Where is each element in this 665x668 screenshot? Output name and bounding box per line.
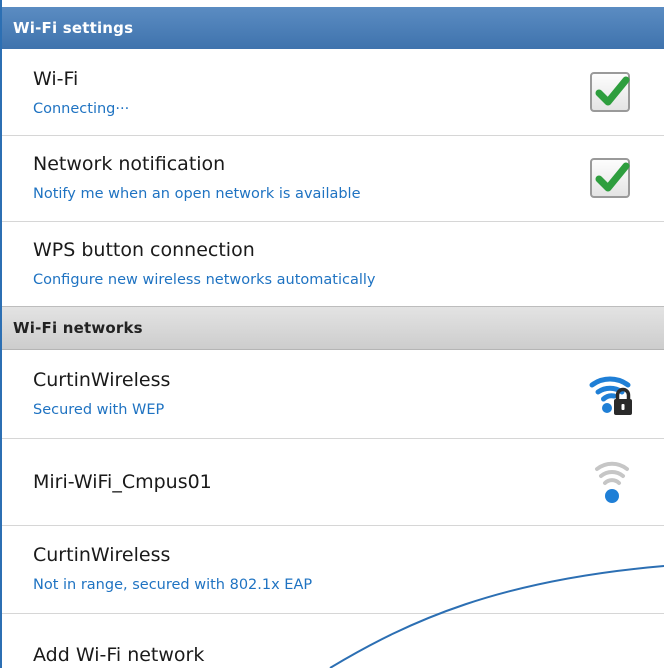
network-ssid: CurtinWireless [33,544,171,566]
network-item[interactable]: Miri-WiFi_Cmpus01 [0,439,664,526]
network-status: Not in range, secured with 802.1x EAP [33,577,313,593]
network-ssid: Miri-WiFi_Cmpus01 [33,471,212,493]
wifi-icon [595,461,629,503]
wifi-toggle-title: Wi-Fi [33,68,79,90]
network-notification-checkbox[interactable] [590,158,630,198]
checkmark-icon [595,76,630,106]
wifi-toggle-checkbox[interactable] [590,72,630,112]
wps-button-row[interactable]: WPS button connection Configure new wire… [0,222,664,306]
network-item[interactable]: CurtinWireless Not in range, secured wit… [0,526,664,614]
add-network-label: Add Wi-Fi network [33,644,205,666]
wifi-networks-header-label: Wi-Fi networks [13,319,143,337]
left-border [0,0,2,668]
wifi-toggle-status: Connecting··· [33,101,130,117]
wifi-networks-header: Wi-Fi networks [0,306,664,350]
wifi-settings-screen: Wi-Fi settings Wi-Fi Connecting··· Netwo… [0,0,664,668]
network-notification-title: Network notification [33,153,226,175]
wps-button-subtitle: Configure new wireless networks automati… [33,272,376,288]
wifi-toggle-row[interactable]: Wi-Fi Connecting··· [0,49,664,136]
wps-button-title: WPS button connection [33,239,255,261]
wifi-settings-header: Wi-Fi settings [0,7,664,49]
wifi-locked-icon [589,376,632,415]
network-notification-row[interactable]: Network notification Notify me when an o… [0,136,664,222]
wifi-settings-header-label: Wi-Fi settings [13,19,134,37]
network-ssid: CurtinWireless [33,369,171,391]
checkmark-icon [595,162,630,192]
network-notification-subtitle: Notify me when an open network is availa… [33,186,361,202]
network-item[interactable]: CurtinWireless Secured with WEP [0,351,664,439]
network-status: Secured with WEP [33,402,165,418]
add-network-row[interactable]: Add Wi-Fi network [0,614,664,668]
